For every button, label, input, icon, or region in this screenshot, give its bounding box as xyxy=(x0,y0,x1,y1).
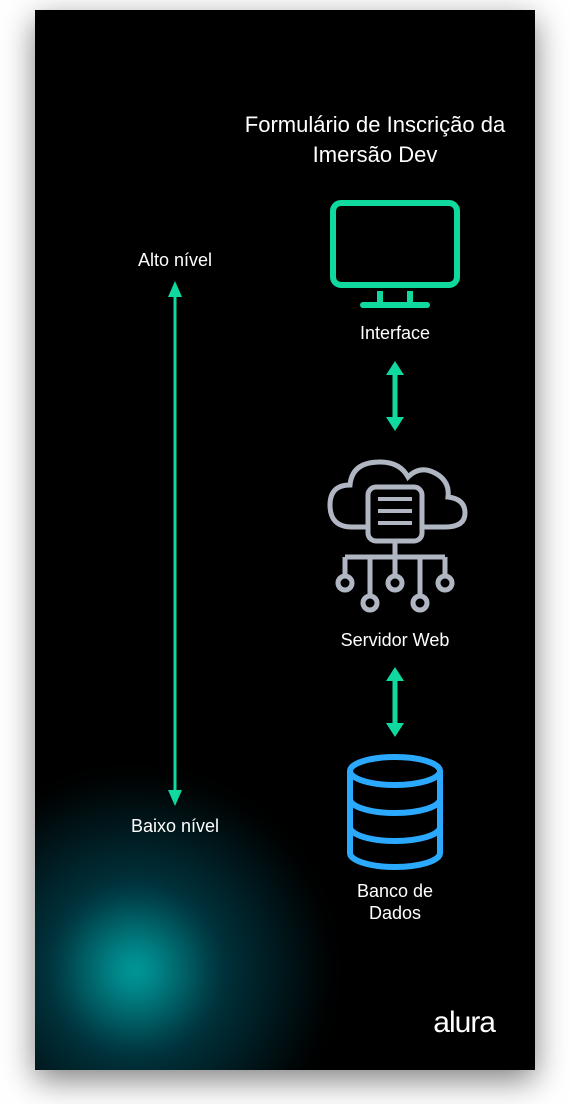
level-double-arrow-icon xyxy=(168,281,182,806)
level-scale: Alto nível Baixo nível xyxy=(105,250,245,837)
diagram-card: Formulário de Inscrição da Imersão Dev A… xyxy=(35,10,535,1070)
title: Formulário de Inscrição da Imersão Dev xyxy=(235,110,515,169)
label-interface: Interface xyxy=(360,323,430,345)
monitor-icon xyxy=(325,195,465,315)
link-arrow-icon xyxy=(386,667,404,737)
database-icon xyxy=(340,753,450,873)
link-arrow-icon xyxy=(386,361,404,431)
stack-column: Interface xyxy=(295,195,495,924)
label-servidor: Servidor Web xyxy=(341,630,450,652)
cloud-server-icon xyxy=(310,447,480,622)
brand-logo: alura xyxy=(433,1006,495,1040)
label-alto-nivel: Alto nível xyxy=(138,250,212,271)
label-database: Banco de Dados xyxy=(357,881,433,924)
label-baixo-nivel: Baixo nível xyxy=(131,816,219,837)
